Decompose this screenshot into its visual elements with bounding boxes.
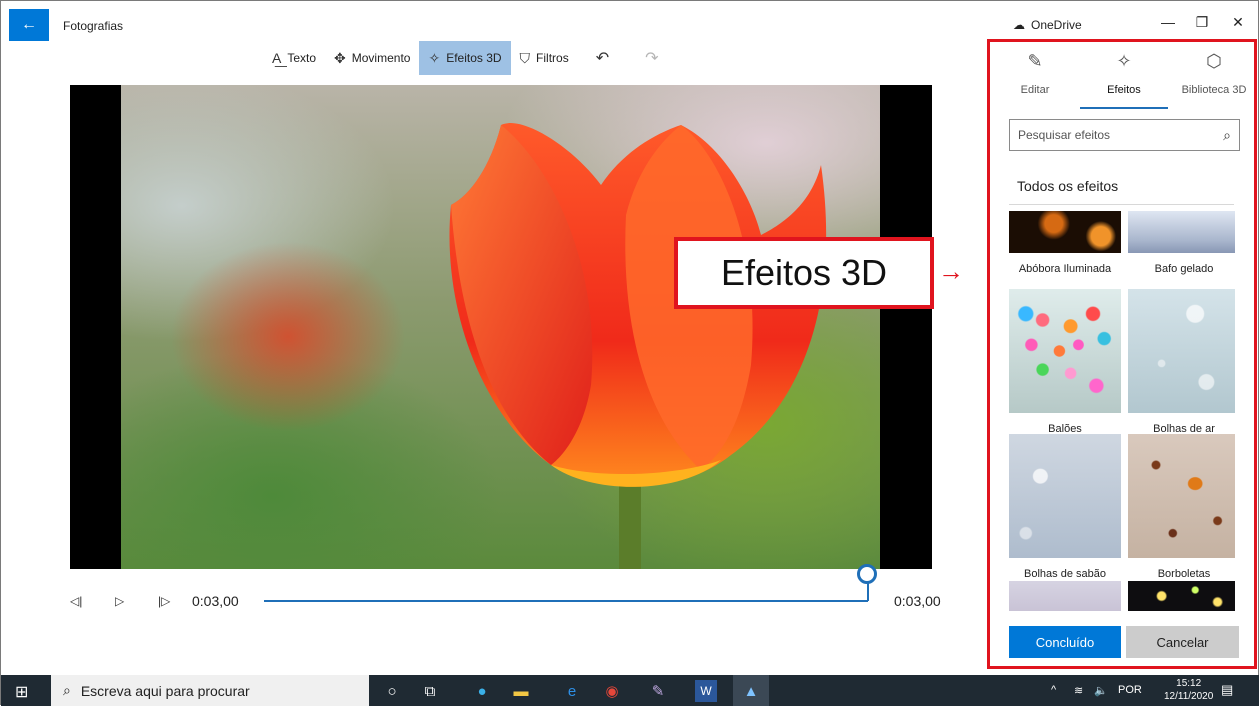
effect-thumbnail [1009,434,1121,558]
onedrive-label: OneDrive [1031,18,1082,32]
effects-grid[interactable]: Abóbora Iluminada Bafo gelado Balões Bol… [1009,211,1235,611]
chrome-icon[interactable]: ◉ [601,680,623,702]
motion-label: Movimento [351,51,411,65]
section-divider [1009,204,1234,205]
tab-biblioteca-3d-label: Biblioteca 3D [1181,84,1247,96]
annotation-callout: Efeitos 3D [674,237,934,309]
paint-icon[interactable]: ✎ [647,680,669,702]
timeline-scrubber[interactable] [857,564,877,584]
effect-thumbnail [1128,289,1235,413]
search-icon: ⌕ [63,682,71,698]
end-time: 0:03,00 [894,593,941,609]
filters-label: Filtros [536,51,569,65]
text-label: Texto [287,51,317,65]
timeline-track[interactable] [264,600,868,602]
photos-app-window: ← Fotografias ☁ OneDrive — ❐ ✕ A͟ Texto … [0,0,1259,706]
effect-label: Bafo gelado [1154,263,1214,275]
cloud-off-icon: ☁ [1013,18,1025,32]
effect-tile[interactable]: Abóbora Iluminada [1009,211,1121,275]
effect-thumbnail [1128,211,1235,253]
video-preview[interactable] [70,85,932,569]
cube-icon: ⬡ [1206,51,1222,71]
taskbar-search[interactable]: ⌕ Escreva aqui para procurar [51,675,369,706]
file-explorer-icon[interactable]: ▬ [510,680,532,702]
effect-tile[interactable]: Bolhas de ar [1128,289,1235,435]
cortana-icon[interactable]: ○ [381,680,403,702]
effect-label: Bolhas de sabão [1024,568,1106,580]
effect-thumbnail [1009,289,1121,413]
text-button[interactable]: A͟ Texto [263,41,325,75]
done-button[interactable]: Concluído [1009,626,1121,658]
clock[interactable]: 15:12 12/11/2020 [1164,677,1213,703]
effect-tile[interactable]: Borboletas [1128,434,1235,580]
internet-explorer-icon[interactable]: e [561,680,583,702]
tab-biblioteca-3d[interactable]: ⬡ Biblioteca 3D [1174,51,1254,96]
tab-efeitos[interactable]: ✧ Efeitos [1084,51,1164,96]
close-button[interactable]: ✕ [1223,14,1253,31]
taskbar-search-placeholder: Escreva aqui para procurar [80,682,250,699]
effect-tile[interactable]: Bolhas de sabão [1009,434,1121,580]
sparkle-icon: ✧ [1116,51,1132,71]
onedrive-button[interactable]: ☁ OneDrive [1013,18,1082,32]
back-button[interactable]: ← [9,9,49,41]
arrow-left-icon: ← [21,16,37,33]
volume-mute-icon[interactable]: 🔈 [1094,684,1108,697]
windows-taskbar: ⊞ ⌕ Escreva aqui para procurar ○ ⧉ ● ▬ e… [1,675,1259,706]
app-title: Fotografias [63,19,124,33]
network-icon[interactable]: ≋ [1074,684,1083,697]
tab-efeitos-label: Efeitos [1107,84,1141,96]
current-time: 0:03,00 [192,593,239,609]
text-icon: A͟ [272,50,282,66]
notifications-icon[interactable]: ▤ [1221,682,1233,698]
effect-thumbnail [1128,581,1235,611]
effects-search-box[interactable]: ⌕ [1009,119,1240,151]
windows-start-icon[interactable]: ⊞ [15,682,28,702]
tab-editar-label: Editar [1020,84,1050,96]
play-button[interactable]: ▷ [115,594,124,608]
active-tab-indicator [1080,107,1168,109]
previous-frame-button[interactable]: ◁| [70,594,82,608]
motion-icon: ✥ [334,49,346,66]
effect-thumbnail [1128,434,1235,558]
restore-button[interactable]: ❐ [1187,14,1217,31]
pencil-icon: ✎ [1027,51,1043,71]
effect-tile[interactable] [1128,581,1235,611]
edge-icon[interactable]: ● [471,680,493,702]
effects-3d-button[interactable]: ✧ Efeitos 3D [419,41,511,75]
effects-search-input[interactable] [1018,128,1224,142]
tab-editar[interactable]: ✎ Editar [995,51,1075,96]
effect-thumbnail [1009,211,1121,253]
editor-toolbar: A͟ Texto ✥ Movimento ✧ Efeitos 3D ⛉ Filt… [263,41,677,75]
minimize-button[interactable]: — [1153,14,1183,30]
chevron-up-icon[interactable]: ^ [1051,684,1056,696]
effect-tile[interactable]: Balões [1009,289,1121,435]
search-icon[interactable]: ⌕ [1223,127,1231,144]
effect-label: Borboletas [1157,568,1211,580]
redo-icon[interactable]: ↷ [627,48,676,68]
effect-label: Abóbora Iluminada [1018,263,1112,275]
tulip-photo [121,85,880,569]
clock-time: 15:12 [1176,678,1202,689]
task-view-icon[interactable]: ⧉ [419,680,441,702]
filter-icon: ⛉ [519,49,531,66]
word-icon[interactable]: W [695,680,717,702]
clock-date: 12/11/2020 [1164,691,1214,702]
annotation-arrow-icon: → [938,256,964,286]
cancel-button[interactable]: Cancelar [1126,626,1239,658]
effect-thumbnail [1009,581,1121,611]
sparkle-icon: ✧ [428,49,441,66]
effect-tile[interactable]: Bafo gelado [1128,211,1235,275]
section-title: Todos os efeitos [1017,178,1119,194]
effect-tile[interactable] [1009,581,1121,611]
motion-button[interactable]: ✥ Movimento [325,41,419,75]
undo-icon[interactable]: ↶ [578,48,627,68]
next-frame-button[interactable]: |▷ [158,594,170,608]
effects-3d-label: Efeitos 3D [446,51,502,65]
photos-icon[interactable]: ▲ [740,680,762,702]
filters-button[interactable]: ⛉ Filtros [511,41,578,75]
language-indicator[interactable]: POR [1118,684,1142,696]
